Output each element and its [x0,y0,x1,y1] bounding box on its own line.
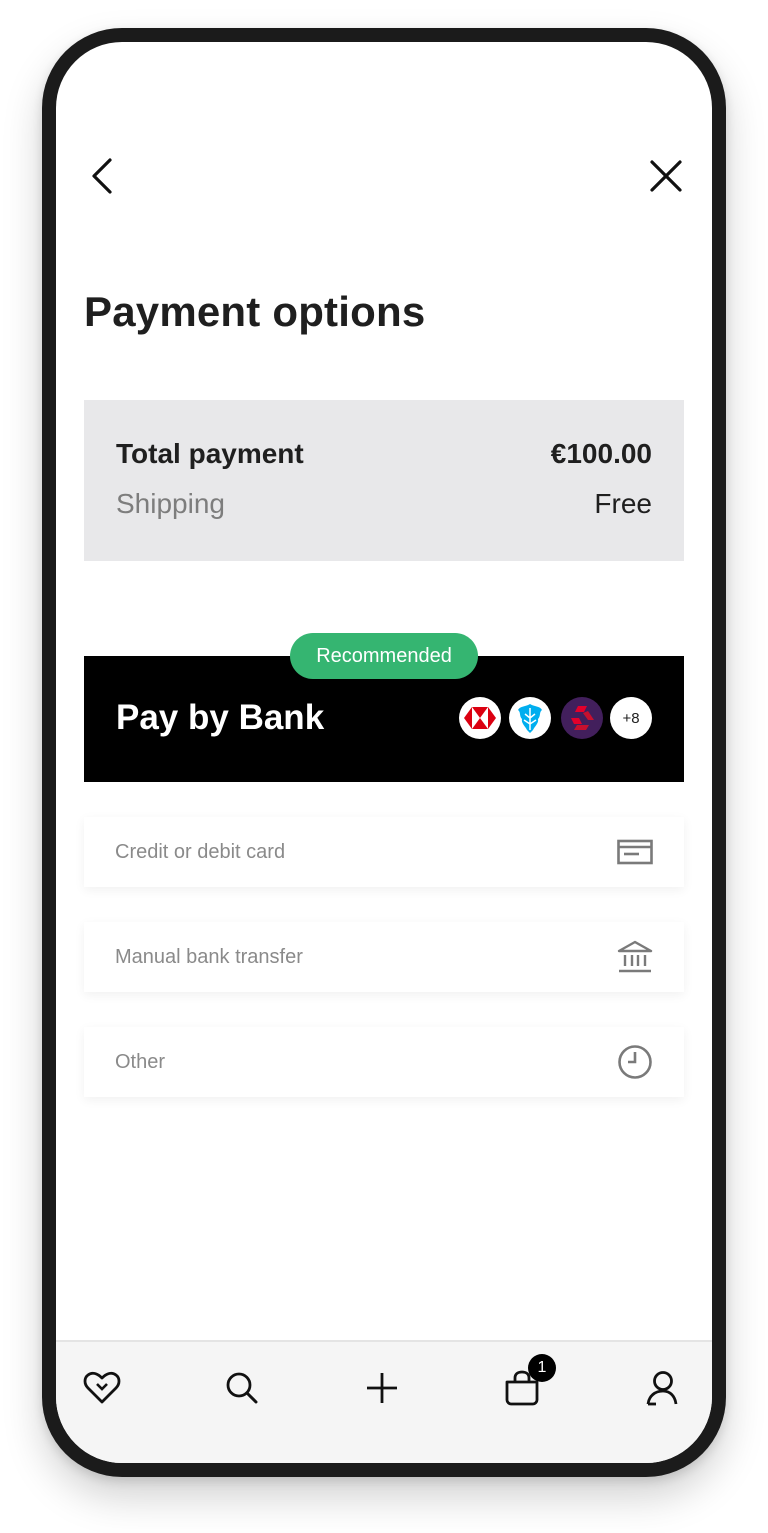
plus-icon [367,1373,397,1403]
search-icon [226,1372,258,1404]
clock-icon [616,1044,654,1080]
credit-debit-card-option[interactable]: Credit or debit card [84,817,684,887]
manual-bank-transfer-option[interactable]: Manual bank transfer [84,922,684,992]
page-title: Payment options [84,288,426,335]
barclays-logo [509,697,551,739]
bank-icon [616,939,654,975]
payment-summary: Total payment €100.00 Shipping Free [84,400,684,561]
option-label: Credit or debit card [115,840,286,863]
profile-icon [646,1371,678,1406]
option-label: Manual bank transfer [115,945,303,968]
back-button[interactable] [84,154,120,198]
shipping-row: Shipping Free [116,488,652,520]
total-payment-value: €100.00 [550,438,652,469]
screen: Payment options Total payment €100.00 Sh… [56,42,712,1463]
nav-sell[interactable] [360,1366,404,1410]
nav-profile[interactable] [640,1366,684,1410]
cart-count-badge: 1 [528,1354,556,1382]
nav-favorites[interactable] [80,1366,124,1410]
option-label: Other [115,1050,166,1073]
shipping-label: Shipping [116,488,225,519]
nav-search[interactable] [220,1366,264,1410]
total-payment-label: Total payment [116,438,304,469]
phone-frame: Payment options Total payment €100.00 Sh… [42,28,726,1477]
other-payment-option[interactable]: Other [84,1027,684,1097]
chevron-left-icon [92,158,112,194]
credit-card-icon [616,834,654,870]
pay-by-bank-label: Pay by Bank [116,698,325,737]
recommended-badge: Recommended [290,633,478,679]
more-banks-badge: +8 [610,697,652,739]
natwest-logo [561,697,603,739]
hsbc-logo [459,697,501,739]
heart-icon [83,1371,121,1404]
bottom-navigation: 1 [56,1340,712,1463]
close-button[interactable] [646,156,686,196]
total-row: Total payment €100.00 [116,438,652,470]
close-icon [650,160,682,192]
shipping-value: Free [594,488,652,519]
